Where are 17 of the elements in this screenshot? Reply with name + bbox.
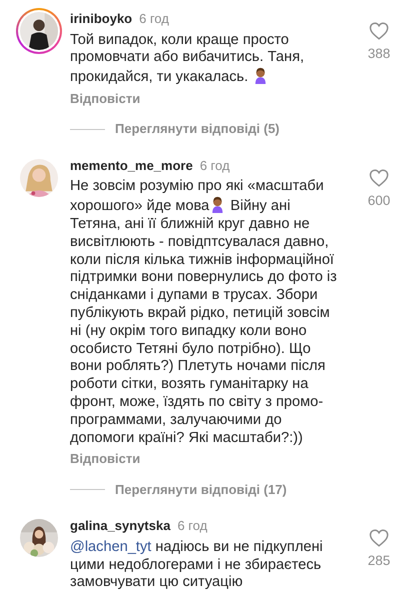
like-count: 388 xyxy=(368,45,390,63)
username[interactable]: memento_me_more xyxy=(70,156,193,176)
username[interactable]: galina_synytska xyxy=(70,516,170,536)
story-ring[interactable] xyxy=(16,8,62,54)
comment-time: 6 год xyxy=(200,156,230,175)
comment-time: 6 год xyxy=(139,10,169,28)
heart-icon[interactable] xyxy=(369,22,389,40)
comment-time: 6 год xyxy=(177,517,208,536)
mention-link[interactable]: @lachen_tyt xyxy=(70,538,152,555)
like-count: 600 xyxy=(368,192,390,210)
like-count: 285 xyxy=(368,552,390,570)
comment-text: Той випадок, коли краще просто промовчати або вибачитись. Таня, прокидайся, ти укакалась. xyxy=(70,32,306,87)
heart-icon[interactable] xyxy=(369,529,389,548)
heart-icon[interactable] xyxy=(369,168,389,187)
username[interactable]: iriniboyko xyxy=(70,9,132,28)
comment-text: Не зовсім розумію про які «масштаби хорошого» йде мова Війну ані Тетяна, ані її ближній круг давно не висвітлюють - повідптсувалася давно, коли після кілька тижнів інформаційної підтримки вони повернулись до фото із сніданками і дупами в трусах. Збори публікують вкрай рідко, петицій зовсім ні (ну окрім того випадку коли воно особисто Тетяні було потрібно). Що вони роблять?) Плетуть ночами після роботи сітки, возять гуманітарку на фронт, може, їздять по світу з промо-программами, залучаючими до допомоги країні? Які масштаби?:)) xyxy=(70,178,338,448)
comment-text: @lachen_tyt надіюсь ви не підкуплені цими недоблогерами і не збираєтесь замовчувати цю ситуацію xyxy=(70,538,324,592)
